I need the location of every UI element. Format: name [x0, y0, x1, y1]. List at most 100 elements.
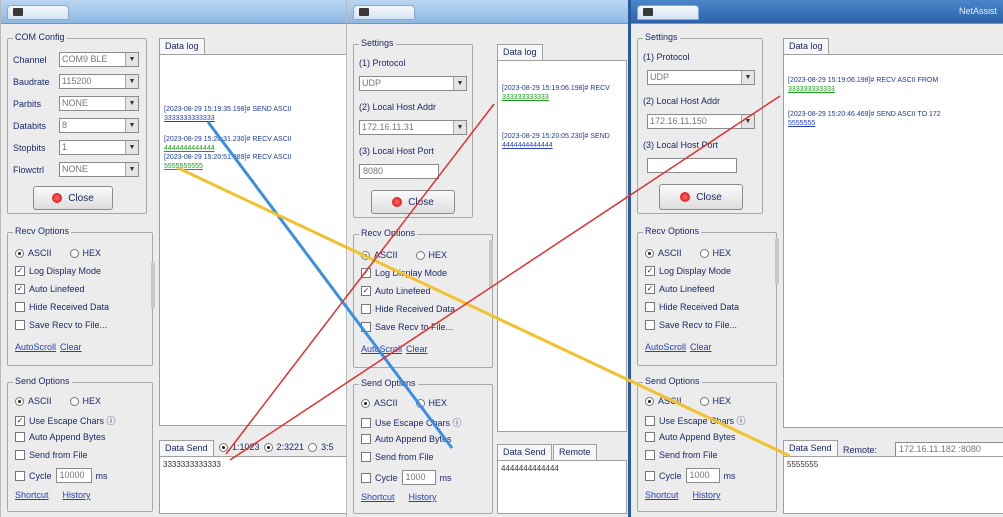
send-opt-file[interactable]: Send from File: [15, 450, 88, 460]
channel-select[interactable]: COM9 BLE ▼: [59, 52, 139, 67]
tab-data-send[interactable]: Data Send: [783, 440, 838, 456]
autoscroll-link[interactable]: AutoScroll: [15, 342, 56, 352]
recv-opt-save[interactable]: Save Recv to File...: [645, 320, 737, 330]
checkbox[interactable]: [361, 417, 371, 428]
checkbox[interactable]: [15, 432, 25, 442]
send-input[interactable]: 4444444444444: [497, 460, 627, 514]
checkbox[interactable]: ✓: [645, 266, 655, 276]
autoscroll-link[interactable]: AutoScroll: [361, 344, 402, 354]
hex-radio[interactable]: [415, 398, 425, 408]
send-opt-escape[interactable]: ✓ Use Escape Chars ⓘ: [15, 414, 116, 427]
host-select[interactable]: 172.16.11.31 ▼: [359, 120, 467, 135]
checkbox[interactable]: [645, 450, 655, 460]
recv-opt-save[interactable]: Save Recv to File...: [361, 322, 453, 332]
recv-opt-hide[interactable]: Hide Received Data: [361, 304, 455, 314]
send-opt-escape[interactable]: Use Escape Chars ⓘ: [645, 414, 746, 427]
host-select[interactable]: 172.16.11.150 ▼: [647, 114, 755, 129]
hex-radio[interactable]: [69, 248, 79, 258]
recv-opt-hide[interactable]: Hide Received Data: [15, 302, 109, 312]
checkbox[interactable]: ✓: [15, 284, 25, 294]
clear-link[interactable]: Clear: [60, 342, 82, 352]
shortcut-link[interactable]: Shortcut: [645, 490, 679, 500]
tab-data-send[interactable]: Data Send: [159, 440, 214, 456]
checkbox[interactable]: ✓: [15, 415, 25, 426]
history-link[interactable]: History: [409, 492, 437, 502]
cycle-input[interactable]: 1000: [401, 470, 436, 485]
send-opt-append[interactable]: Auto Append Bytes: [645, 432, 736, 442]
checkbox[interactable]: [645, 470, 655, 481]
checkbox[interactable]: ✓: [15, 266, 25, 276]
scrollbar[interactable]: [775, 238, 779, 284]
recv-opt-log-mode[interactable]: ✓ Log Display Mode: [361, 268, 447, 278]
hex-radio[interactable]: [699, 396, 709, 406]
autoscroll-link[interactable]: AutoScroll: [645, 342, 686, 352]
hex-radio[interactable]: [415, 250, 425, 260]
stopbits-select[interactable]: 1 ▼: [59, 140, 139, 155]
data-log-area[interactable]: [2023-08-29 15:19:06.198]# RECV 33333333…: [497, 60, 627, 432]
port-input[interactable]: 8080: [359, 164, 439, 179]
ascii-radio[interactable]: [361, 250, 370, 260]
target-radio[interactable]: [308, 442, 318, 452]
parity-select[interactable]: NONE ▼: [59, 96, 139, 111]
scrollbar[interactable]: [151, 262, 155, 308]
protocol-select[interactable]: UDP ▼: [359, 76, 467, 91]
checkbox[interactable]: [645, 320, 655, 330]
ascii-radio[interactable]: [15, 248, 24, 258]
clear-link[interactable]: Clear: [690, 342, 712, 352]
cycle-input[interactable]: 1000: [685, 468, 720, 483]
data-log-area[interactable]: [2023-08-29 15:19:06.198]# RECV ASCII FR…: [783, 54, 1003, 428]
target-radio[interactable]: [219, 442, 228, 452]
close-button[interactable]: Close: [659, 184, 743, 210]
tab-data-log[interactable]: Data log: [159, 38, 205, 54]
checkbox[interactable]: ✓: [361, 286, 371, 296]
protocol-select[interactable]: UDP ▼: [647, 70, 755, 85]
remote-address-input[interactable]: 172.16.11.182 :8080: [895, 442, 1003, 457]
close-button[interactable]: Close: [371, 190, 455, 214]
send-input[interactable]: 5555555: [783, 456, 1003, 514]
cycle-input[interactable]: 10000: [55, 468, 92, 483]
ascii-radio[interactable]: [15, 396, 24, 406]
checkbox[interactable]: [15, 320, 25, 330]
clear-link[interactable]: Clear: [406, 344, 428, 354]
ascii-radio[interactable]: [361, 398, 370, 408]
recv-opt-hide[interactable]: Hide Received Data: [645, 302, 739, 312]
ascii-radio[interactable]: [645, 396, 654, 406]
recv-opt-linefeed[interactable]: ✓ Auto Linefeed: [15, 284, 85, 294]
checkbox[interactable]: [645, 432, 655, 442]
recv-opt-log-mode[interactable]: ✓ Log Display Mode: [15, 266, 101, 276]
port-input[interactable]: [647, 158, 737, 173]
send-opt-escape[interactable]: Use Escape Chars ⓘ: [361, 416, 462, 429]
checkbox[interactable]: [361, 472, 371, 483]
send-input[interactable]: 3333333333333: [159, 456, 346, 514]
send-opt-file[interactable]: Send from File: [645, 450, 718, 460]
shortcut-link[interactable]: Shortcut: [15, 490, 49, 500]
send-opt-append[interactable]: Auto Append Bytes: [361, 434, 452, 444]
send-opt-file[interactable]: Send from File: [361, 452, 434, 462]
checkbox[interactable]: [361, 322, 371, 332]
recv-opt-linefeed[interactable]: ✓ Auto Linefeed: [645, 284, 715, 294]
checkbox[interactable]: [361, 452, 371, 462]
tab-remote[interactable]: Remote: [553, 444, 597, 460]
close-port-button[interactable]: Close: [33, 186, 113, 210]
checkbox[interactable]: [15, 450, 25, 460]
databits-select[interactable]: 8 ▼: [59, 118, 139, 133]
tab-data-log[interactable]: Data log: [497, 44, 543, 60]
recv-opt-log-mode[interactable]: ✓ Log Display Mode: [645, 266, 731, 276]
hex-radio[interactable]: [69, 396, 79, 406]
hex-radio[interactable]: [699, 248, 709, 258]
checkbox[interactable]: [15, 302, 25, 312]
checkbox[interactable]: [645, 302, 655, 312]
tab-data-log[interactable]: Data log: [783, 38, 829, 54]
recv-opt-save[interactable]: Save Recv to File...: [15, 320, 107, 330]
checkbox[interactable]: ✓: [361, 268, 371, 278]
data-log-area[interactable]: [2023-08-29 15:19:35.198]# SEND ASCII 33…: [159, 54, 346, 426]
checkbox[interactable]: [645, 415, 655, 426]
tab-data-send[interactable]: Data Send: [497, 444, 552, 460]
checkbox[interactable]: [15, 470, 25, 481]
checkbox[interactable]: [361, 304, 371, 314]
scrollbar[interactable]: [489, 240, 493, 288]
target-radio[interactable]: [263, 442, 273, 452]
recv-opt-linefeed[interactable]: ✓ Auto Linefeed: [361, 286, 431, 296]
send-opt-append[interactable]: Auto Append Bytes: [15, 432, 106, 442]
history-link[interactable]: History: [693, 490, 721, 500]
